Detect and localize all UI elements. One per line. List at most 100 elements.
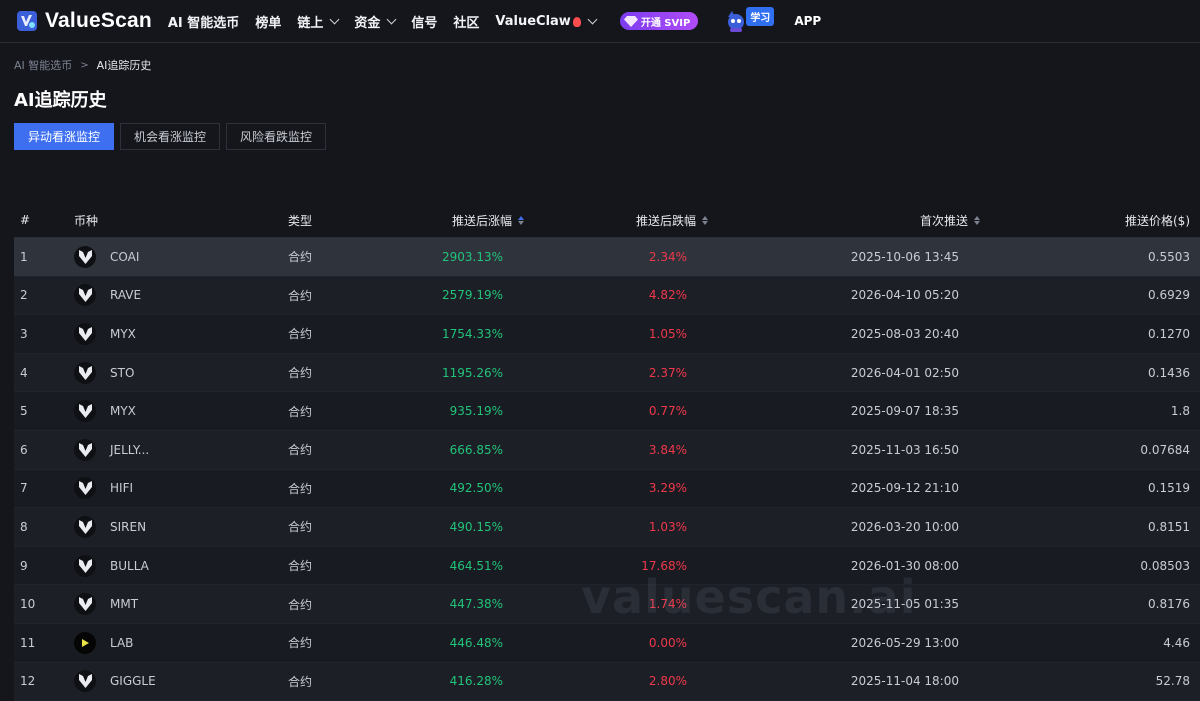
row-first-push: 2026-03-20 10:00: [850, 519, 959, 534]
row-push-price: 0.1270: [1148, 326, 1190, 341]
row-coin[interactable]: RAVE: [68, 284, 288, 307]
svip-button[interactable]: 开通 SVIP: [619, 12, 699, 30]
row-rise-after-push: 666.85%: [449, 442, 503, 457]
nav-item-signals[interactable]: 信号: [411, 12, 437, 31]
table-row[interactable]: 3 MYX 合约 1754.33% 1.05% 2025-08-03 20:40 0.127…: [14, 315, 1200, 354]
row-index: 2: [20, 288, 28, 303]
nav-label: 榜单: [255, 15, 282, 31]
header-first-label: 首次推送: [919, 213, 968, 228]
table-row[interactable]: 2 RAVE 合约 2579.19% 4.82% 2026-04-10 05:20 0.69…: [14, 276, 1200, 316]
diamond-icon: [623, 15, 638, 27]
row-type: 合约: [288, 327, 313, 342]
nav-item-valueclaw[interactable]: ValueClaw: [495, 14, 598, 29]
header-rise-after-push[interactable]: 推送后涨幅: [388, 212, 524, 229]
header-coin: 币种: [68, 212, 288, 229]
coin-name: MYX: [110, 404, 136, 419]
header-drop-label: 推送后跌幅: [635, 213, 696, 228]
row-push-price: 0.07684: [1140, 442, 1190, 457]
v-shield-icon: [74, 245, 96, 268]
coin-name: JELLY...: [110, 442, 150, 457]
row-coin[interactable]: COAI: [68, 245, 288, 268]
table-row[interactable]: 1 COAI 合约 2903.13% 2.34% 2025-10-06 13:45 0.55…: [14, 238, 1200, 277]
monitor-tabs: 异动看涨监控 机会看涨监控 风险看跌监控: [14, 123, 332, 150]
row-push-price: 0.08503: [1140, 558, 1190, 573]
row-coin[interactable]: JELLY...: [68, 438, 288, 461]
row-type: 合约: [288, 250, 313, 265]
row-first-push: 2025-11-04 18:00: [850, 674, 959, 689]
row-coin[interactable]: STO: [68, 361, 288, 384]
nav-item-community[interactable]: 社区: [453, 12, 479, 31]
row-first-push: 2025-09-12 21:10: [850, 481, 959, 496]
nav-item-funds[interactable]: 资金: [354, 12, 397, 31]
v-shield-icon: [74, 670, 96, 693]
v-shield-icon: [74, 515, 96, 538]
row-type: 合约: [288, 443, 313, 458]
row-first-push: 2026-01-30 08:00: [850, 558, 959, 573]
chevron-down-icon: [587, 14, 598, 24]
table-row[interactable]: 8 SIREN 合约 490.15% 1.03% 2026-03-20 10:00 0.81…: [14, 508, 1200, 547]
row-type: 合约: [288, 636, 313, 651]
row-push-price: 4.46: [1163, 635, 1190, 650]
row-coin[interactable]: SIREN: [68, 515, 288, 538]
header-first-push[interactable]: 首次推送: [708, 212, 980, 229]
tab-anomaly-bullish[interactable]: 异动看涨监控: [14, 123, 115, 150]
row-push-price: 0.8151: [1148, 519, 1190, 534]
table-header: # 币种 类型 推送后涨幅 推送后跌幅 首次推送 推送价格($): [14, 203, 1200, 238]
row-rise-after-push: 447.38%: [449, 597, 503, 612]
row-type: 合约: [288, 288, 313, 303]
nav-item-onchain[interactable]: 链上: [297, 12, 340, 31]
row-coin[interactable]: MMT: [68, 593, 288, 616]
row-drop-after-push: 3.29%: [648, 481, 687, 496]
coin-name: MMT: [110, 597, 139, 612]
row-index: 12: [20, 674, 36, 689]
table-row[interactable]: 10 MMT 合约 447.38% 1.74% 2025-11-05 01:35 0.817…: [14, 585, 1200, 624]
coin-name: STO: [110, 365, 135, 380]
nav-label: 社区: [453, 15, 480, 31]
page-title: AI追踪历史: [14, 90, 107, 111]
table-row[interactable]: 7 HIFI 合约 492.50% 3.29% 2025-09-12 21:10 0.151…: [14, 469, 1200, 509]
learn-button[interactable]: 学习: [724, 6, 775, 33]
brand-logo[interactable]: ValueScan: [16, 9, 152, 33]
nav-item-ai-select[interactable]: AI 智能选币: [168, 12, 239, 31]
row-rise-after-push: 490.15%: [449, 519, 503, 534]
nav-item-ranking[interactable]: 榜单: [255, 12, 281, 31]
row-type: 合约: [288, 597, 313, 612]
nav-label: 信号: [411, 15, 438, 31]
coin-name: RAVE: [110, 288, 142, 303]
app-link[interactable]: APP: [794, 14, 821, 28]
table-row[interactable]: 6 JELLY... 合约 666.85% 3.84% 2025-11-03 16:50 0…: [14, 430, 1200, 470]
coin-name: MYX: [110, 326, 136, 341]
row-coin[interactable]: BULLA: [68, 554, 288, 577]
v-shield-icon: [74, 284, 96, 307]
tab-opportunity-bullish[interactable]: 机会看涨监控: [120, 123, 221, 150]
header-coin-label: 币种: [74, 213, 99, 228]
row-type: 合约: [288, 404, 313, 419]
header-push-price: 推送价格($): [1125, 213, 1190, 228]
table-row[interactable]: 5 MYX 合约 935.19% 0.77% 2025-09-07 18:35 1.8: [14, 392, 1200, 431]
table-row[interactable]: 11 LAB 合约 446.48% 0.00% 2026-05-29 13:00 4.46: [14, 623, 1200, 663]
row-coin[interactable]: LAB: [68, 631, 288, 654]
table-row[interactable]: 4 STO 合约 1195.26% 2.37% 2026-04-01 02:50 0.143…: [14, 353, 1200, 393]
row-coin[interactable]: HIFI: [68, 477, 288, 500]
brand-name: ValueScan: [45, 9, 152, 32]
header-drop-after-push[interactable]: 推送后跌幅: [524, 212, 708, 229]
row-rise-after-push: 492.50%: [449, 481, 503, 496]
row-coin[interactable]: MYX: [68, 322, 288, 345]
row-type: 合约: [288, 559, 313, 574]
table-row[interactable]: 12 GIGGLE 合约 416.28% 2.80% 2025-11-04 18:00 52…: [14, 662, 1200, 701]
row-index: 8: [20, 519, 28, 534]
table-row[interactable]: 9 BULLA 合约 464.51% 17.68% 2026-01-30 08:00 0.0…: [14, 546, 1200, 586]
row-drop-after-push: 2.80%: [648, 674, 687, 689]
row-drop-after-push: 0.77%: [648, 404, 687, 419]
row-coin[interactable]: MYX: [68, 400, 288, 423]
row-index: 3: [20, 326, 28, 341]
row-first-push: 2026-05-29 13:00: [850, 635, 959, 650]
row-drop-after-push: 3.84%: [648, 442, 687, 457]
row-rise-after-push: 1754.33%: [441, 326, 503, 341]
row-coin[interactable]: GIGGLE: [68, 670, 288, 693]
row-first-push: 2025-08-03 20:40: [850, 326, 959, 341]
tab-risk-bearish[interactable]: 风险看跌监控: [226, 123, 327, 150]
breadcrumb-parent[interactable]: AI 智能选币: [14, 57, 72, 73]
header-index: #: [20, 213, 31, 227]
row-push-price: 0.8176: [1148, 597, 1190, 612]
